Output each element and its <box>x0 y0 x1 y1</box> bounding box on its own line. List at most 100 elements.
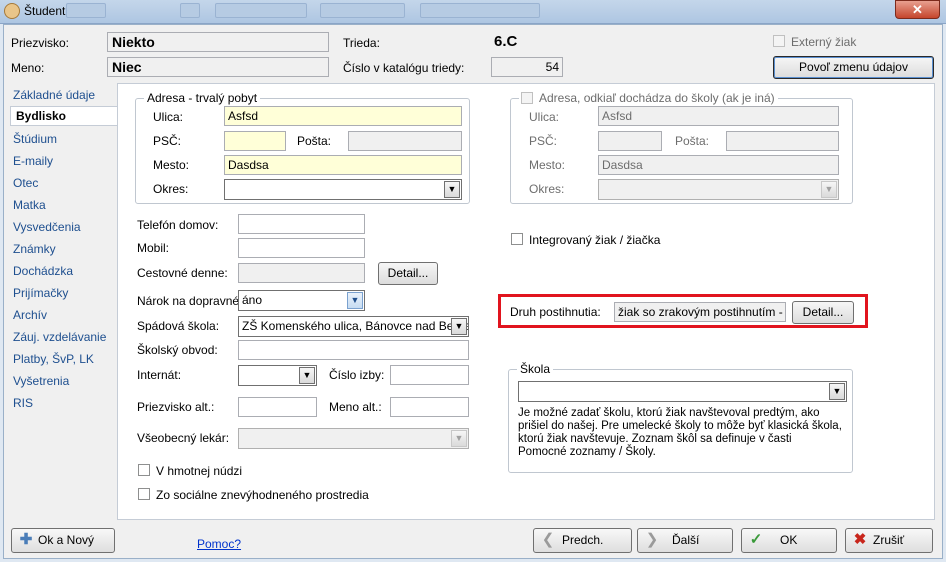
ulica-label: Ulica: <box>153 110 184 124</box>
sidebar-item-emaily[interactable]: E-maily <box>13 154 53 168</box>
window-title: Študent <box>24 4 66 18</box>
psc-label: PSČ: <box>153 134 182 148</box>
skola-info-text: Je možné zadať školu, ktorú žiak navštev… <box>518 407 842 458</box>
priezvisko-alt-input[interactable] <box>238 397 317 417</box>
ulica2-input[interactable]: Asfsd <box>598 106 839 126</box>
sidebar-item-zakladne[interactable]: Základné údaje <box>13 88 95 102</box>
katalog-field[interactable]: 54 <box>491 57 563 77</box>
skola-legend: Škola <box>517 362 554 376</box>
cestovne-detail-button[interactable]: Detail... <box>378 262 438 285</box>
telefon-input[interactable] <box>238 214 365 234</box>
narok-value: áno <box>242 293 263 307</box>
chevron-down-icon[interactable]: ▼ <box>347 292 363 309</box>
chevron-down-icon[interactable]: ▼ <box>451 430 467 447</box>
trieda-label: Trieda: <box>343 36 380 50</box>
internat-label: Internát: <box>137 368 182 382</box>
pomoc-link[interactable]: Pomoc? <box>197 537 241 551</box>
ok-button[interactable]: ✓ OK <box>741 528 837 553</box>
meno-alt-input[interactable] <box>390 397 469 417</box>
sidebar-item-studium[interactable]: Štúdium <box>13 132 57 146</box>
close-button[interactable]: ✕ <box>895 0 940 19</box>
cestovne-label: Cestovné denne: <box>137 266 228 280</box>
dalsi-label: Ďalší <box>672 533 700 547</box>
lekar-select[interactable]: ▼ <box>238 428 469 449</box>
externy-checkbox[interactable] <box>773 35 785 47</box>
chevron-down-icon[interactable]: ▼ <box>829 383 845 400</box>
hmotna-nudza-checkbox[interactable] <box>138 464 150 476</box>
postihnutie-detail-button[interactable]: Detail... <box>792 301 854 324</box>
integrovany-checkbox[interactable] <box>511 233 523 245</box>
psc2-label: PSČ: <box>529 134 558 148</box>
mobil-label: Mobil: <box>137 241 170 255</box>
skola-select[interactable]: ▼ <box>518 381 847 402</box>
chevron-down-icon[interactable]: ▼ <box>299 367 315 384</box>
meno-field[interactable]: Niec <box>107 57 329 77</box>
postihnutie-field[interactable]: žiak so zrakovým postihnutím - nevidiaci <box>614 302 786 322</box>
hmotna-nudza-label: V hmotnej núdzi <box>156 464 243 478</box>
chevron-down-icon[interactable]: ▼ <box>451 318 467 335</box>
sidebar-item-archiv[interactable]: Archív <box>13 308 47 322</box>
chevron-right-icon: ❯ <box>645 531 659 548</box>
sidebar-item-matka[interactable]: Matka <box>13 198 46 212</box>
okres-select[interactable]: ▼ <box>224 179 462 200</box>
ghost-toolbar-item <box>180 3 200 18</box>
okres-label: Okres: <box>153 182 189 196</box>
izba-input[interactable] <box>390 365 469 385</box>
chevron-down-icon[interactable]: ▼ <box>821 181 837 198</box>
ok-a-novy-button[interactable]: ✚ Ok a Nový <box>11 528 115 553</box>
povol-zmenu-button[interactable]: Povoľ zmenu údajov <box>773 56 934 79</box>
mesto2-input[interactable]: Dasdsa <box>598 155 839 175</box>
spadova-select[interactable]: ZŠ Komenského ulica, Bánovce nad Bebravo… <box>238 316 469 337</box>
okres2-select[interactable]: ▼ <box>598 179 839 200</box>
ulica-input[interactable]: Asfsd <box>224 106 462 126</box>
sidebar-item-znamky[interactable]: Známky <box>13 242 56 256</box>
externy-label: Externý žiak <box>791 35 857 49</box>
sidebar-item-otec[interactable]: Otec <box>13 176 38 190</box>
posta-input[interactable] <box>348 131 462 151</box>
sidebar-item-bydlisko[interactable]: Bydlisko <box>10 106 118 126</box>
spadova-label: Spádová škola: <box>137 319 220 333</box>
ghost-toolbar-item <box>420 3 540 18</box>
ok-label: OK <box>780 533 798 547</box>
sidebar-item-zauj[interactable]: Záuj. vzdelávanie <box>13 330 106 344</box>
ok-a-novy-label: Ok a Nový <box>38 533 95 547</box>
znevyhodnene-label: Zo sociálne znevýhodneného prostredia <box>156 488 369 502</box>
posta2-label: Pošta: <box>675 134 710 148</box>
psc-input[interactable] <box>224 131 286 151</box>
priezvisko-field[interactable]: Niekto <box>107 32 329 52</box>
adresa2-legend: Adresa, odkiaľ dochádza do školy (ak je … <box>519 91 778 105</box>
adresa2-checkbox[interactable] <box>521 92 533 104</box>
meno-alt-label: Meno alt.: <box>329 400 382 414</box>
mobil-input[interactable] <box>238 238 365 258</box>
trieda-value: 6.C <box>494 33 518 50</box>
sidebar-item-platby[interactable]: Platby, ŠvP, LK <box>13 352 94 366</box>
internat-select[interactable]: ▼ <box>238 365 317 386</box>
close-icon: ✕ <box>912 2 923 17</box>
title-bar: Študent ✕ <box>0 0 946 24</box>
posta2-input[interactable] <box>726 131 839 151</box>
zrusit-label: Zrušiť <box>873 533 905 547</box>
app-icon <box>4 3 20 19</box>
sidebar-item-dochadzka[interactable]: Dochádzka <box>13 264 73 278</box>
sidebar-item-prijimacky[interactable]: Prijímačky <box>13 286 68 300</box>
postihnutie-label: Druh postihnutia: <box>510 305 601 319</box>
sidebar-item-vysvedcenia[interactable]: Vysvedčenia <box>13 220 81 234</box>
predch-label: Predch. <box>562 533 604 547</box>
obvod-input[interactable] <box>238 340 469 360</box>
sidebar-item-ris[interactable]: RIS <box>13 396 33 410</box>
narok-label: Nárok na dopravné: <box>137 294 243 308</box>
dalsi-button[interactable]: ❯ Ďalší <box>637 528 733 553</box>
integrovany-label: Integrovaný žiak / žiačka <box>529 233 661 247</box>
sidebar-item-vysetrenia[interactable]: Vyšetrenia <box>13 374 69 388</box>
predch-button[interactable]: ❮ Predch. <box>533 528 632 553</box>
cestovne-input[interactable] <box>238 263 365 283</box>
spadova-value: ZŠ Komenského ulica, Bánovce nad Bebravo… <box>242 319 469 333</box>
znevyhodnene-checkbox[interactable] <box>138 488 150 500</box>
mesto-input[interactable]: Dasdsa <box>224 155 462 175</box>
chevron-down-icon[interactable]: ▼ <box>444 181 460 198</box>
zrusit-button[interactable]: ✖ Zrušiť <box>845 528 933 553</box>
psc2-input[interactable] <box>598 131 662 151</box>
narok-select[interactable]: áno ▼ <box>238 290 365 311</box>
mesto-label: Mesto: <box>153 158 190 172</box>
ghost-toolbar-item <box>215 3 307 18</box>
